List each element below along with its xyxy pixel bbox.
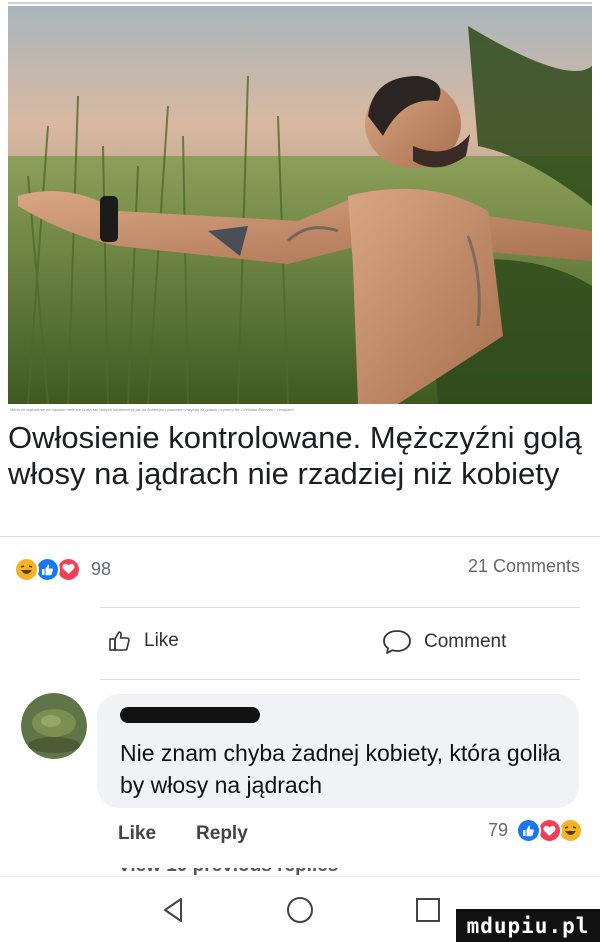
divider	[100, 679, 580, 680]
comment-reactions[interactable]: 79	[487, 818, 583, 843]
post-title[interactable]: Owłosienie kontrolowane. Mężczyźni golą …	[8, 420, 592, 492]
recent-apps-button[interactable]	[413, 895, 443, 925]
avatar-image	[21, 693, 87, 759]
back-triangle-icon	[164, 898, 182, 922]
view-previous-replies[interactable]: View 10 previous replies	[118, 868, 358, 876]
speech-bubble-icon	[383, 630, 411, 654]
back-button[interactable]	[158, 895, 188, 925]
comment-text: Nie znam chyba żadnej kobiety, która gol…	[120, 740, 561, 798]
comments-count[interactable]: 21 Comments	[468, 556, 580, 577]
comment-reply-button[interactable]: Reply	[196, 823, 248, 845]
comment-label: Comment	[424, 631, 507, 652]
post-image[interactable]	[8, 6, 592, 404]
comment-actions: Like Reply	[118, 822, 248, 846]
post-photo	[8, 6, 592, 404]
haha-icon	[14, 556, 39, 582]
reactions-summary[interactable]: 98	[14, 553, 111, 585]
reaction-count: 98	[91, 558, 112, 579]
divider	[100, 607, 580, 608]
home-circle-icon	[287, 897, 313, 923]
thumbs-up-icon	[109, 631, 130, 651]
post-actions: Like Comment	[0, 615, 600, 675]
like-label: Like	[144, 630, 179, 651]
comment-like-button[interactable]: Like	[118, 823, 156, 845]
comment-reaction-count: 79	[487, 820, 508, 840]
image-caption: Mimo że owłosienie na męskim ciele nie b…	[10, 407, 294, 412]
view-replies-label: View 10 previous replies	[118, 868, 338, 876]
recent-square-icon	[416, 898, 440, 922]
comment-button[interactable]: Comment	[382, 629, 506, 655]
divider	[0, 536, 600, 537]
watermark-text: mdupiu.pl	[466, 913, 590, 938]
watermark: mdupiu.pl	[456, 909, 600, 942]
like-icon	[516, 818, 541, 843]
like-button[interactable]: Like	[108, 629, 179, 653]
home-button[interactable]	[285, 895, 315, 925]
redacted-author-name	[120, 707, 260, 723]
avatar[interactable]	[21, 693, 87, 759]
